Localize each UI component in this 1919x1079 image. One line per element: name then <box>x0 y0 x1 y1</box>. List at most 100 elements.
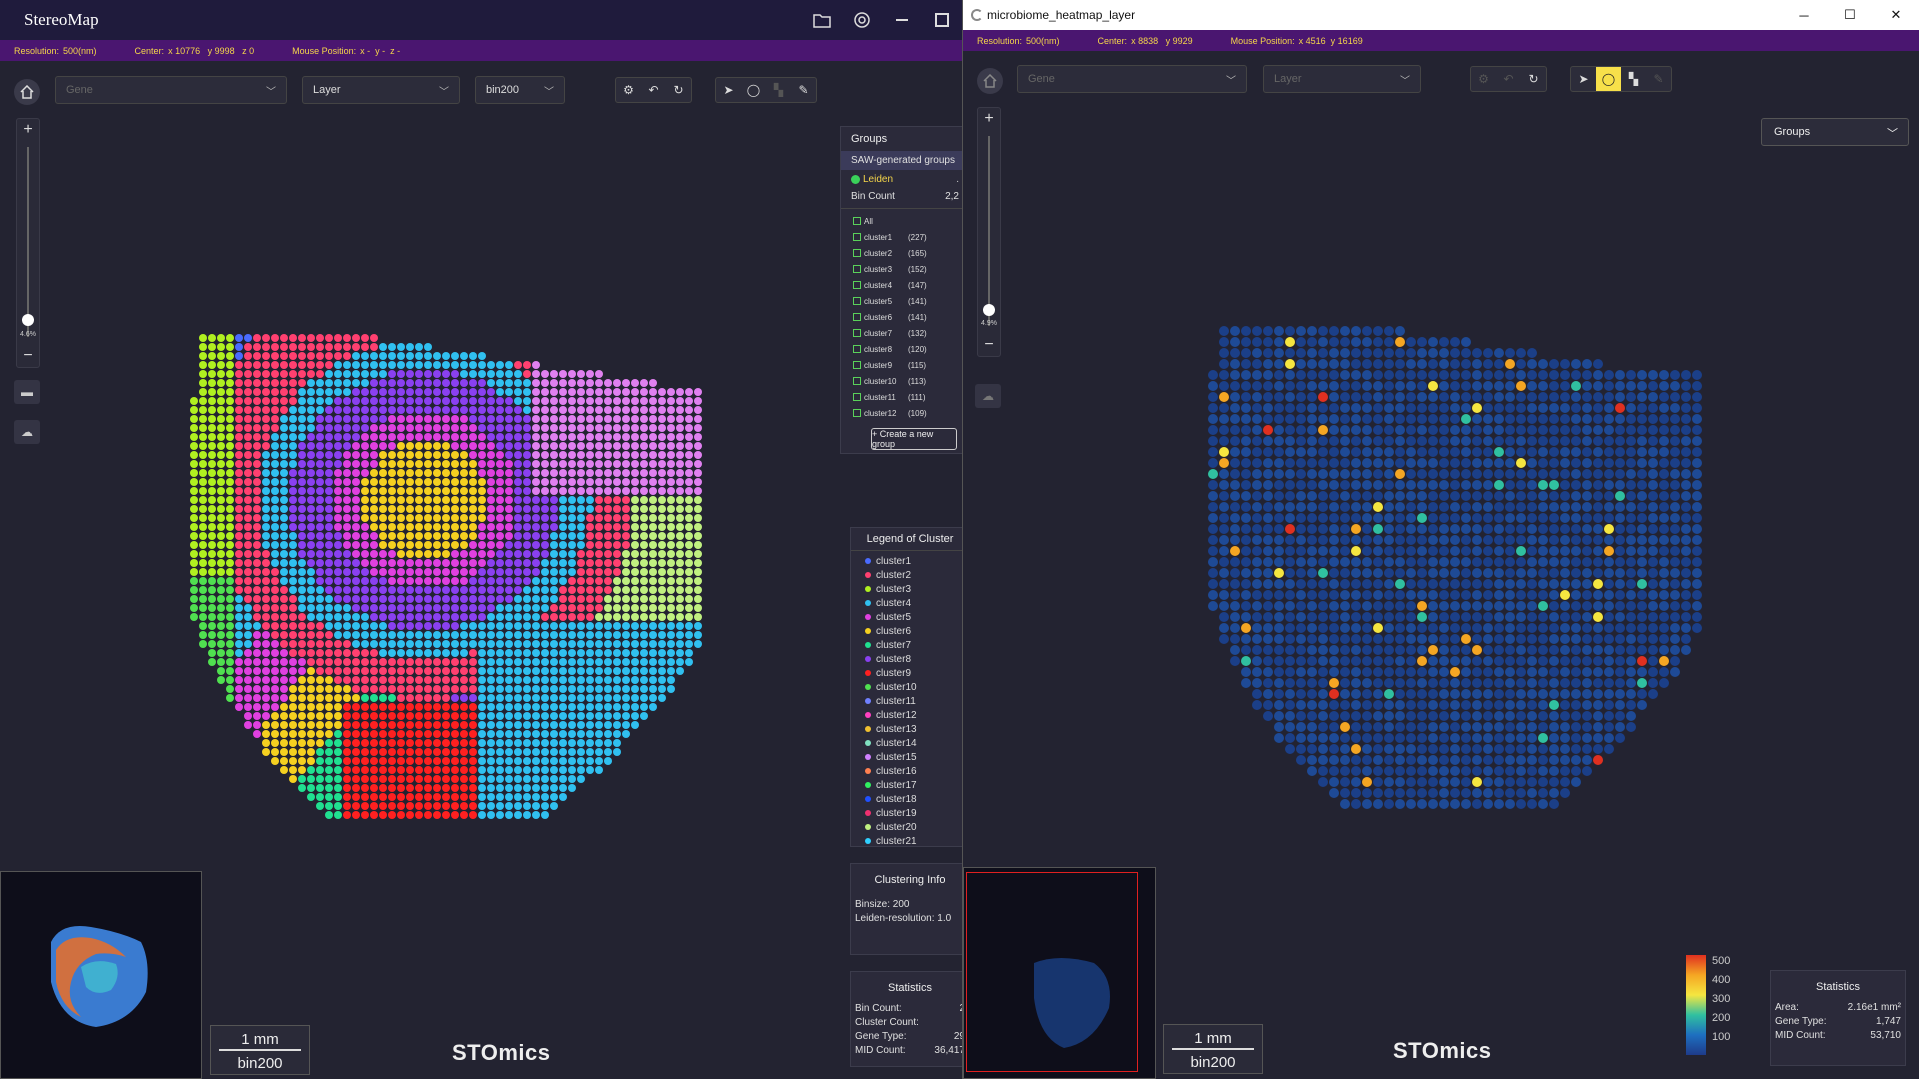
checkbox[interactable] <box>853 361 861 369</box>
camera-icon[interactable] <box>842 0 882 40</box>
zoom-in-button[interactable]: + <box>978 110 1000 128</box>
checkbox[interactable] <box>853 233 861 241</box>
legend-item[interactable]: cluster6 <box>851 624 962 638</box>
settings-icon[interactable]: ⚙ <box>616 78 641 102</box>
undo-icon[interactable]: ↶ <box>641 78 666 102</box>
checkbox[interactable] <box>853 281 861 289</box>
zoom-knob[interactable] <box>22 314 34 326</box>
zoom-track[interactable] <box>27 147 29 337</box>
zoom-in-button[interactable]: + <box>17 121 39 139</box>
cluster-spatial-map[interactable] <box>190 325 730 845</box>
legend-item[interactable]: cluster5 <box>851 610 962 624</box>
spot <box>1461 722 1471 732</box>
layer-select[interactable]: Layer ﹀ <box>302 76 460 104</box>
lasso-icon[interactable]: ◯ <box>1596 67 1621 91</box>
bin-select[interactable]: bin200 ﹀ <box>475 76 565 104</box>
rect-select-icon[interactable]: ▚ <box>766 78 791 102</box>
checkbox[interactable] <box>853 297 861 305</box>
legend-item[interactable]: cluster20 <box>851 820 962 834</box>
open-folder-button[interactable]: ▬ <box>14 380 40 404</box>
zoom-out-button[interactable]: − <box>978 336 1000 354</box>
legend-item[interactable]: cluster14 <box>851 736 962 750</box>
microbiome-heatmap[interactable] <box>1208 315 1728 845</box>
saw-groups-header[interactable]: SAW-generated groups <box>841 151 962 170</box>
group-row[interactable]: cluster9 (115) <box>841 357 962 373</box>
legend-item[interactable]: cluster17 <box>851 778 962 792</box>
legend-item[interactable]: cluster2 <box>851 568 962 582</box>
checkbox[interactable] <box>853 313 861 321</box>
legend-item[interactable]: cluster9 <box>851 666 962 680</box>
legend-item[interactable]: cluster1 <box>851 554 962 568</box>
checkbox[interactable] <box>853 345 861 353</box>
group-row[interactable]: cluster11 (111) <box>841 389 962 405</box>
gene-select[interactable]: Gene ﹀ <box>55 76 287 104</box>
folder-icon[interactable] <box>802 0 842 40</box>
checkbox[interactable] <box>853 377 861 385</box>
zoom-slider[interactable]: + 4.6% − <box>16 118 40 368</box>
refresh-icon[interactable]: ↻ <box>1521 67 1546 91</box>
group-row[interactable]: cluster4 (147) <box>841 277 962 293</box>
undo-icon[interactable]: ↶ <box>1496 67 1521 91</box>
zoom-knob[interactable] <box>983 304 995 316</box>
upload-button[interactable]: ☁ <box>975 384 1001 408</box>
checkbox[interactable] <box>853 329 861 337</box>
maximize-icon[interactable] <box>922 0 962 40</box>
eraser-icon[interactable]: ✎ <box>791 78 816 102</box>
group-row[interactable]: cluster1 (227) <box>841 229 962 245</box>
checkbox[interactable] <box>853 393 861 401</box>
zoom-out-button[interactable]: − <box>17 347 39 365</box>
eraser-icon[interactable]: ✎ <box>1646 67 1671 91</box>
checkbox[interactable] <box>853 265 861 273</box>
group-row[interactable]: cluster2 (165) <box>841 245 962 261</box>
legend-item[interactable]: cluster7 <box>851 638 962 652</box>
zoom-slider[interactable]: + 4.9% − <box>977 107 1001 357</box>
minimize-icon[interactable]: ─ <box>1781 0 1827 30</box>
minimap[interactable] <box>963 867 1156 1079</box>
minimize-icon[interactable] <box>882 0 922 40</box>
legend-item[interactable]: cluster3 <box>851 582 962 596</box>
create-group-button[interactable]: + Create a new group <box>871 428 957 450</box>
group-row[interactable]: cluster8 (120) <box>841 341 962 357</box>
close-icon[interactable]: ✕ <box>1873 0 1919 30</box>
group-all-row[interactable]: All <box>841 213 962 229</box>
home-button[interactable] <box>977 68 1003 94</box>
legend-item[interactable]: cluster15 <box>851 750 962 764</box>
leiden-row[interactable]: Leiden . <box>841 170 962 189</box>
legend-item[interactable]: cluster21 <box>851 834 962 848</box>
legend-item[interactable]: cluster8 <box>851 652 962 666</box>
pointer-icon[interactable]: ➤ <box>716 78 741 102</box>
maximize-icon[interactable]: ☐ <box>1827 0 1873 30</box>
legend-item[interactable]: cluster12 <box>851 708 962 722</box>
refresh-icon[interactable]: ↻ <box>666 78 691 102</box>
group-row[interactable]: cluster10 (113) <box>841 373 962 389</box>
spot <box>352 748 360 756</box>
home-button[interactable] <box>14 79 40 105</box>
spot <box>370 757 378 765</box>
pointer-icon[interactable]: ➤ <box>1571 67 1596 91</box>
legend-item[interactable]: cluster10 <box>851 680 962 694</box>
minimap[interactable] <box>0 871 202 1079</box>
zoom-track[interactable] <box>988 136 990 326</box>
group-row[interactable]: cluster3 (152) <box>841 261 962 277</box>
legend-item[interactable]: cluster13 <box>851 722 962 736</box>
gene-select[interactable]: Gene ﹀ <box>1017 65 1247 93</box>
upload-button[interactable]: ☁ <box>14 420 40 444</box>
legend-item[interactable]: cluster16 <box>851 764 962 778</box>
lasso-icon[interactable]: ◯ <box>741 78 766 102</box>
rect-select-icon[interactable]: ▚ <box>1621 67 1646 91</box>
group-row[interactable]: cluster7 (132) <box>841 325 962 341</box>
checkbox[interactable] <box>853 409 861 417</box>
legend-item[interactable]: cluster4 <box>851 596 962 610</box>
minimap-viewport[interactable] <box>966 872 1138 1072</box>
legend-item[interactable]: cluster18 <box>851 792 962 806</box>
legend-item[interactable]: cluster19 <box>851 806 962 820</box>
group-row[interactable]: cluster12 (109) <box>841 405 962 421</box>
group-row[interactable]: cluster5 (141) <box>841 293 962 309</box>
legend-item[interactable]: cluster11 <box>851 694 962 708</box>
groups-select[interactable]: Groups ﹀ <box>1761 118 1909 146</box>
checkbox[interactable] <box>853 249 861 257</box>
layer-select[interactable]: Layer ﹀ <box>1263 65 1421 93</box>
checkbox[interactable] <box>853 217 861 225</box>
group-row[interactable]: cluster6 (141) <box>841 309 962 325</box>
settings-icon[interactable]: ⚙ <box>1471 67 1496 91</box>
